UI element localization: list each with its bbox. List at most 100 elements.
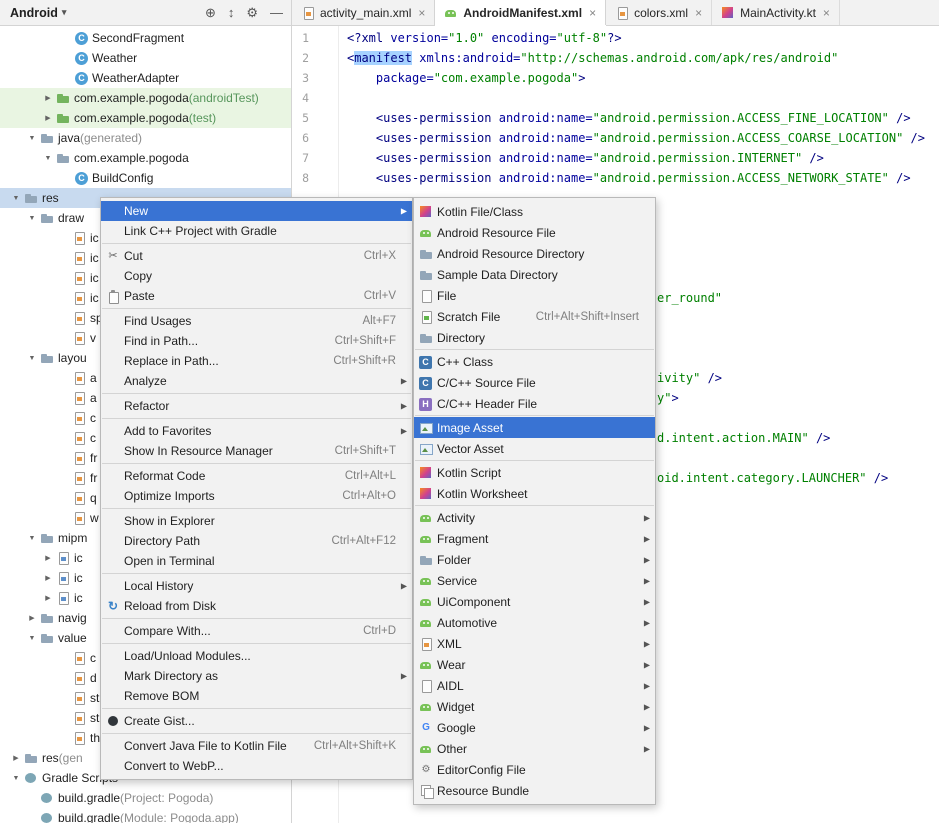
menu-item-convert-to-webp[interactable]: Convert to WebP... bbox=[101, 756, 412, 776]
menu-item-android-resource-directory[interactable]: Android Resource Directory bbox=[414, 243, 655, 264]
hide-panel-icon[interactable]: — bbox=[270, 0, 283, 25]
tree-expand-arrow-icon[interactable]: ▶ bbox=[24, 614, 40, 622]
menu-item-google[interactable]: GGoogle▶ bbox=[414, 717, 655, 738]
xmlfile-icon bbox=[72, 731, 86, 745]
menu-item-android-resource-file[interactable]: Android Resource File bbox=[414, 222, 655, 243]
menu-item-fragment[interactable]: Fragment▶ bbox=[414, 528, 655, 549]
tree-expand-arrow-icon[interactable]: ▶ bbox=[40, 594, 56, 602]
menu-item-remove-bom[interactable]: Remove BOM bbox=[101, 686, 412, 706]
menu-item-uicomponent[interactable]: UiComponent▶ bbox=[414, 591, 655, 612]
menu-item-mark-directory-as[interactable]: Mark Directory as▶ bbox=[101, 666, 412, 686]
code-text: <manifest xmlns:android="http://schemas.… bbox=[339, 48, 838, 68]
menu-item-directory[interactable]: Directory bbox=[414, 327, 655, 348]
menu-item-find-usages[interactable]: Find UsagesAlt+F7 bbox=[101, 311, 412, 331]
tree-expand-arrow-icon[interactable]: ▶ bbox=[8, 754, 24, 762]
tab-androidmanifest-xml[interactable]: AndroidManifest.xml× bbox=[435, 0, 606, 25]
tree-expand-arrow-icon[interactable]: ▼ bbox=[24, 135, 40, 142]
tree-expand-arrow-icon[interactable]: ▼ bbox=[8, 195, 24, 202]
tab-close-icon[interactable]: × bbox=[418, 6, 425, 20]
menu-item-activity[interactable]: Activity▶ bbox=[414, 507, 655, 528]
settings-gear-icon[interactable]: ⚙ bbox=[246, 0, 258, 25]
menu-item-xml[interactable]: XML▶ bbox=[414, 633, 655, 654]
menu-item-scratch-file[interactable]: Scratch FileCtrl+Alt+Shift+Insert bbox=[414, 306, 655, 327]
menu-item-link-c-project-with-gradle[interactable]: Link C++ Project with Gradle bbox=[101, 221, 412, 241]
tab-close-icon[interactable]: × bbox=[589, 6, 596, 20]
tab-mainactivity-kt[interactable]: MainActivity.kt× bbox=[712, 0, 840, 25]
menu-item-c-c-header-file[interactable]: HC/C++ Header File bbox=[414, 393, 655, 414]
tree-row-build-gradle[interactable]: build.gradle (Module: Pogoda.app) bbox=[0, 808, 291, 823]
menu-item-open-in-terminal[interactable]: Open in Terminal bbox=[101, 551, 412, 571]
tree-expand-arrow-icon[interactable]: ▼ bbox=[24, 535, 40, 542]
menu-item-replace-in-path[interactable]: Replace in Path...Ctrl+Shift+R bbox=[101, 351, 412, 371]
menu-item-compare-with[interactable]: Compare With...Ctrl+D bbox=[101, 621, 412, 641]
tree-expand-arrow-icon[interactable]: ▼ bbox=[8, 775, 24, 782]
menu-item-add-to-favorites[interactable]: Add to Favorites▶ bbox=[101, 421, 412, 441]
scroll-from-source-icon[interactable]: ↕ bbox=[228, 0, 235, 25]
menu-item-show-in-explorer[interactable]: Show in Explorer bbox=[101, 511, 412, 531]
menu-item-create-gist[interactable]: Create Gist... bbox=[101, 711, 412, 731]
menu-item-c-c-source-file[interactable]: CC/C++ Source File bbox=[414, 372, 655, 393]
tree-expand-arrow-icon[interactable]: ▼ bbox=[24, 215, 40, 222]
tree-row-weatheradapter[interactable]: CWeatherAdapter bbox=[0, 68, 291, 88]
menu-item-load-unload-modules[interactable]: Load/Unload Modules... bbox=[101, 646, 412, 666]
menu-item-copy[interactable]: Copy bbox=[101, 266, 412, 286]
menu-item-file[interactable]: File bbox=[414, 285, 655, 306]
tree-row-buildconfig[interactable]: CBuildConfig bbox=[0, 168, 291, 188]
tree-row-com-example-pogoda[interactable]: ▼com.example.pogoda bbox=[0, 148, 291, 168]
tree-expand-arrow-icon[interactable]: ▶ bbox=[40, 554, 56, 562]
tree-expand-arrow-icon[interactable]: ▶ bbox=[40, 94, 56, 102]
menu-item-convert-java-file-to-kotlin-file[interactable]: Convert Java File to Kotlin FileCtrl+Alt… bbox=[101, 736, 412, 756]
menu-item-paste[interactable]: PasteCtrl+V bbox=[101, 286, 412, 306]
locate-file-icon[interactable]: ⊕ bbox=[205, 0, 216, 25]
top-bar: Android ▾ ⊕ ↕ ⚙ — activity_main.xml×Android… bbox=[0, 0, 939, 26]
tree-expand-arrow-icon[interactable]: ▼ bbox=[24, 355, 40, 362]
menu-item-automotive[interactable]: Automotive▶ bbox=[414, 612, 655, 633]
menu-item-optimize-imports[interactable]: Optimize ImportsCtrl+Alt+O bbox=[101, 486, 412, 506]
folder-icon bbox=[419, 331, 433, 345]
menu-item-aidl[interactable]: AIDL▶ bbox=[414, 675, 655, 696]
menu-item-kotlin-script[interactable]: Kotlin Script bbox=[414, 462, 655, 483]
menu-item-reload-from-disk[interactable]: ↻Reload from Disk bbox=[101, 596, 412, 616]
project-view-selector[interactable]: Android ▾ bbox=[10, 6, 66, 20]
tab-close-icon[interactable]: × bbox=[823, 6, 830, 20]
tab-close-icon[interactable]: × bbox=[695, 6, 702, 20]
menu-item-other[interactable]: Other▶ bbox=[414, 738, 655, 759]
cpph-icon: H bbox=[419, 398, 432, 411]
menu-item-resource-bundle[interactable]: Resource Bundle bbox=[414, 780, 655, 801]
menu-item-analyze[interactable]: Analyze▶ bbox=[101, 371, 412, 391]
menu-item-cut[interactable]: ✂CutCtrl+X bbox=[101, 246, 412, 266]
menu-item-folder[interactable]: Folder▶ bbox=[414, 549, 655, 570]
menu-item-new[interactable]: New▶ bbox=[101, 201, 412, 221]
submenu-arrow-icon: ▶ bbox=[401, 582, 407, 591]
tab-colors-xml[interactable]: colors.xml× bbox=[606, 0, 712, 25]
menu-item-sample-data-directory[interactable]: Sample Data Directory bbox=[414, 264, 655, 285]
tree-expand-arrow-icon[interactable]: ▶ bbox=[40, 114, 56, 122]
tab-activity-main-xml[interactable]: activity_main.xml× bbox=[292, 0, 435, 25]
tree-row-java[interactable]: ▼java (generated) bbox=[0, 128, 291, 148]
tree-row-com-example-pogoda[interactable]: ▶com.example.pogoda (test) bbox=[0, 108, 291, 128]
menu-item-find-in-path[interactable]: Find in Path...Ctrl+Shift+F bbox=[101, 331, 412, 351]
menu-item-directory-path[interactable]: Directory PathCtrl+Alt+F12 bbox=[101, 531, 412, 551]
tree-row-weather[interactable]: CWeather bbox=[0, 48, 291, 68]
tree-expand-arrow-icon[interactable]: ▼ bbox=[24, 635, 40, 642]
menu-item-editorconfig-file[interactable]: ⚙EditorConfig File bbox=[414, 759, 655, 780]
tree-expand-arrow-icon[interactable]: ▶ bbox=[40, 574, 56, 582]
menu-item-vector-asset[interactable]: Vector Asset bbox=[414, 438, 655, 459]
menu-item-reformat-code[interactable]: Reformat CodeCtrl+Alt+L bbox=[101, 466, 412, 486]
tree-row-build-gradle[interactable]: build.gradle (Project: Pogoda) bbox=[0, 788, 291, 808]
menu-item-kotlin-file-class[interactable]: Kotlin File/Class bbox=[414, 201, 655, 222]
menu-item-image-asset[interactable]: Image Asset bbox=[414, 417, 655, 438]
menu-item-shortcut: Ctrl+Alt+Shift+K bbox=[304, 740, 396, 752]
tree-expand-arrow-icon[interactable]: ▼ bbox=[40, 155, 56, 162]
menu-item-c-class[interactable]: CC++ Class bbox=[414, 351, 655, 372]
menu-item-local-history[interactable]: Local History▶ bbox=[101, 576, 412, 596]
menu-item-refactor[interactable]: Refactor▶ bbox=[101, 396, 412, 416]
menu-item-wear[interactable]: Wear▶ bbox=[414, 654, 655, 675]
menu-item-kotlin-worksheet[interactable]: Kotlin Worksheet bbox=[414, 483, 655, 504]
menu-item-show-in-resource-manager[interactable]: Show In Resource ManagerCtrl+Shift+T bbox=[101, 441, 412, 461]
menu-item-service[interactable]: Service▶ bbox=[414, 570, 655, 591]
menu-item-widget[interactable]: Widget▶ bbox=[414, 696, 655, 717]
tree-row-secondfragment[interactable]: CSecondFragment bbox=[0, 28, 291, 48]
menu-icon-slot: H bbox=[419, 397, 437, 411]
tree-row-com-example-pogoda[interactable]: ▶com.example.pogoda (androidTest) bbox=[0, 88, 291, 108]
